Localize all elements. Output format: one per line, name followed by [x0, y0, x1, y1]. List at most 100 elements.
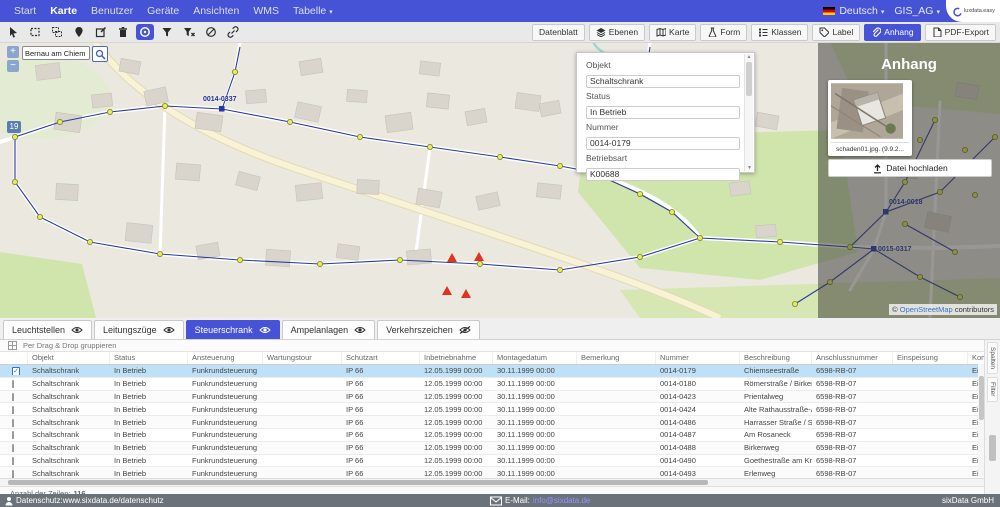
- datenblatt-button[interactable]: Datenblatt: [532, 24, 585, 41]
- column-header[interactable]: Inbetriebnahme: [420, 352, 493, 364]
- side-tab-filter[interactable]: Filter: [987, 377, 998, 401]
- row-checkbox[interactable]: [12, 470, 14, 478]
- menu-item-karte[interactable]: Karte: [50, 5, 77, 17]
- list-icon: [758, 27, 768, 37]
- column-header[interactable]: Beschreibung: [740, 352, 812, 364]
- column-header[interactable]: Nummer: [656, 352, 740, 364]
- ebenen-button[interactable]: Ebenen: [589, 24, 645, 41]
- menu-item-start[interactable]: Start: [14, 5, 36, 17]
- menu-item-geraete[interactable]: Geräte: [147, 5, 179, 17]
- row-checkbox[interactable]: [12, 457, 14, 465]
- klassen-button[interactable]: Klassen: [751, 24, 808, 41]
- table-row[interactable]: SchaltschrankIn Betrieb Funkrundsteuerun…: [0, 403, 1000, 416]
- tab-ampelanlagen[interactable]: Ampelanlagen: [282, 320, 376, 339]
- form-button[interactable]: Form: [700, 24, 747, 41]
- row-checkbox[interactable]: [12, 367, 20, 375]
- column-header[interactable]: Objekt: [28, 352, 110, 364]
- eye-icon[interactable]: [163, 326, 175, 334]
- objekt-field[interactable]: [586, 75, 740, 88]
- marker-tool-button[interactable]: [70, 24, 88, 40]
- column-header[interactable]: Anschlussnummer: [812, 352, 893, 364]
- link-tool-button[interactable]: [224, 24, 242, 40]
- email-link[interactable]: info@sixdata.de: [533, 496, 591, 505]
- row-checkbox[interactable]: [12, 380, 14, 388]
- anhang-title: Anhang: [818, 56, 1000, 73]
- menu-item-benutzer[interactable]: Benutzer: [91, 5, 133, 17]
- row-checkbox[interactable]: [12, 419, 14, 427]
- column-header[interactable]: Schutzart: [342, 352, 420, 364]
- rect-select-tool-button[interactable]: [26, 24, 44, 40]
- table-row[interactable]: SchaltschrankIn Betrieb Funkrundsteuerun…: [0, 416, 1000, 429]
- checkbox-column-header[interactable]: [0, 352, 28, 364]
- tab-leitungszuege[interactable]: Leitungszüge: [94, 320, 184, 339]
- edit-tool-button[interactable]: [92, 24, 110, 40]
- grid-horizontal-scrollbar[interactable]: [0, 478, 1000, 486]
- eye-icon[interactable]: [259, 326, 271, 334]
- table-row[interactable]: SchaltschrankIn Betrieb Funkrundsteuerun…: [0, 365, 1000, 378]
- eye-icon[interactable]: [354, 326, 366, 334]
- grid-side-strip: Spalten Filter: [984, 339, 1000, 494]
- selection-off-tool-button[interactable]: [202, 24, 220, 40]
- table-row[interactable]: SchaltschrankIn Betrieb Funkrundsteuerun…: [0, 378, 1000, 391]
- table-row[interactable]: SchaltschrankIn Betrieb Funkrundsteuerun…: [0, 391, 1000, 404]
- menu-item-ansichten[interactable]: Ansichten: [193, 5, 239, 17]
- search-button[interactable]: [92, 46, 108, 62]
- privacy-link[interactable]: Datenschutz:www.sixdata.de/datenschutz: [4, 496, 164, 506]
- field-label: Betriebsart: [586, 153, 740, 163]
- upload-icon: [872, 163, 883, 174]
- anhang-button[interactable]: Anhang: [864, 24, 920, 41]
- feature-popup: Objekt Status Nummer Betriebsart ▲▼: [576, 52, 755, 173]
- column-header[interactable]: Montagedatum: [493, 352, 577, 364]
- panel-buttons: Datenblatt Ebenen Karte Form Klassen Lab…: [532, 24, 996, 41]
- column-header[interactable]: Einspeisung: [893, 352, 968, 364]
- column-header[interactable]: Ansteuerung: [188, 352, 263, 364]
- zoom-in-button[interactable]: +: [7, 46, 19, 58]
- table-row[interactable]: SchaltschrankIn Betrieb Funkrundsteuerun…: [0, 429, 1000, 442]
- search-input[interactable]: [22, 46, 90, 60]
- popup-scrollbar[interactable]: ▲▼: [744, 54, 753, 171]
- menu-item-tabelle[interactable]: Tabelle▾: [293, 5, 333, 17]
- tab-steuerschrank[interactable]: Steuerschrank: [186, 320, 280, 339]
- side-tab-spalten[interactable]: Spalten: [987, 342, 998, 374]
- row-checkbox[interactable]: [12, 444, 14, 452]
- column-header[interactable]: Bemerkung: [577, 352, 656, 364]
- row-checkbox[interactable]: [12, 431, 14, 439]
- side-scrollbar[interactable]: [989, 435, 996, 461]
- tab-leuchtstellen[interactable]: Leuchtstellen: [3, 320, 92, 339]
- filter-tool-button[interactable]: [158, 24, 176, 40]
- map-icon: [656, 27, 666, 37]
- nummer-field[interactable]: [586, 137, 740, 150]
- karte-button[interactable]: Karte: [649, 24, 696, 41]
- language-selector[interactable]: Deutsch▾: [823, 5, 884, 17]
- row-checkbox[interactable]: [12, 406, 14, 414]
- filter-clear-tool-button[interactable]: [180, 24, 198, 40]
- pdf-export-button[interactable]: PDF-Export: [925, 24, 996, 41]
- map-canvas[interactable]: 0014-0337 0014-0179 0014-0018 0015-0317 …: [0, 42, 1000, 318]
- map-marker-label[interactable]: 0014-0337: [203, 96, 236, 103]
- menu-item-wms[interactable]: WMS: [253, 5, 279, 17]
- eye-icon[interactable]: [71, 326, 83, 334]
- status-field[interactable]: [586, 106, 740, 119]
- zoom-out-button[interactable]: −: [7, 60, 19, 72]
- circle-select-tool-button[interactable]: [136, 24, 154, 40]
- pointer-tool-button[interactable]: [4, 24, 22, 40]
- delete-tool-button[interactable]: [114, 24, 132, 40]
- label-button[interactable]: Label: [812, 24, 860, 41]
- chevron-down-icon: ▾: [881, 9, 885, 16]
- multi-select-tool-button[interactable]: [48, 24, 66, 40]
- upload-file-button[interactable]: Datei hochladen: [828, 159, 992, 177]
- attachment-card[interactable]: schaden01.jpg. (9.9.2...: [828, 80, 912, 156]
- account-selector[interactable]: GIS_AG▾: [894, 5, 940, 17]
- table-row[interactable]: SchaltschrankIn Betrieb Funkrundsteuerun…: [0, 455, 1000, 468]
- column-header[interactable]: Status: [110, 352, 188, 364]
- table-row[interactable]: SchaltschrankIn Betrieb Funkrundsteuerun…: [0, 442, 1000, 455]
- tab-verkehrszeichen[interactable]: Verkehrszeichen: [377, 320, 480, 339]
- table-row[interactable]: SchaltschrankIn Betrieb Funkrundsteuerun…: [0, 467, 1000, 478]
- column-header[interactable]: Wartungstour: [263, 352, 342, 364]
- row-checkbox[interactable]: [12, 393, 14, 401]
- group-drop-area[interactable]: Per Drag & Drop gruppieren: [0, 339, 1000, 352]
- grid-header-row: ObjektStatusAnsteuerungWartungstourSchut…: [0, 352, 1000, 365]
- openstreetmap-link[interactable]: OpenStreetMap: [900, 305, 953, 314]
- eye-slash-icon[interactable]: [459, 326, 471, 334]
- betriebsart-field[interactable]: [586, 168, 740, 181]
